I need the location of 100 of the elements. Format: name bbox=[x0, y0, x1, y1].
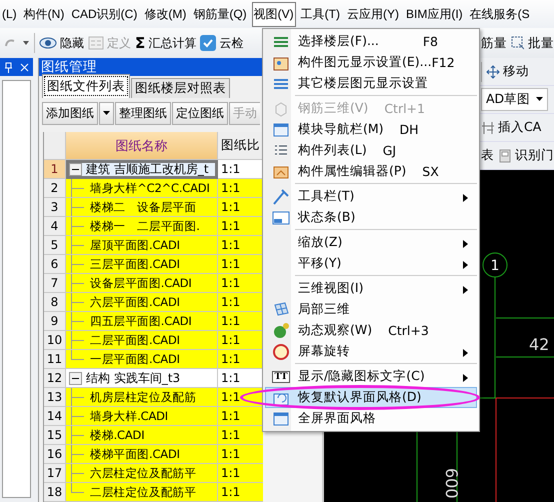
tree-node[interactable]: 结构 实践车间_t3 bbox=[66, 369, 218, 388]
menu-item[interactable]: 构件(N) bbox=[22, 2, 66, 26]
menu-item[interactable]: 构件列表(L) GJ bbox=[265, 140, 477, 161]
layer-dropdown[interactable]: AD草图 bbox=[481, 88, 548, 111]
row-number: 9 bbox=[44, 312, 66, 331]
menu-item[interactable]: 修改(M) bbox=[142, 2, 188, 26]
column-header: 图纸比 bbox=[218, 132, 263, 160]
tree-leaf[interactable]: 楼梯.CADI bbox=[66, 426, 218, 445]
row-number: 15 bbox=[44, 426, 66, 445]
tab[interactable]: 图纸楼层对照表 bbox=[131, 78, 230, 98]
tree-leaf[interactable]: 二层柱定位及配筋平 bbox=[66, 483, 218, 502]
menu-item[interactable]: TT 显示/隐藏图标文字(C) bbox=[265, 366, 477, 387]
menu-item[interactable]: (L) bbox=[0, 3, 19, 25]
panel-button[interactable]: 添加图纸 bbox=[42, 102, 98, 125]
tree-leaf[interactable]: 六层柱定位及配筋平 bbox=[66, 464, 218, 483]
panel-title: 图纸管理 bbox=[39, 58, 263, 76]
axis-label: 1 bbox=[490, 258, 500, 274]
tree-leaf[interactable]: 楼梯平面图.CADI bbox=[66, 445, 218, 464]
menu-item[interactable]: 状态条(B) bbox=[265, 207, 477, 228]
panel-button[interactable]: 定位图纸 bbox=[172, 102, 228, 125]
menu-item[interactable]: 模块导航栏(M) DH bbox=[265, 119, 477, 140]
menu-item[interactable]: BIM应用(I) bbox=[404, 2, 465, 26]
row-number: 16 bbox=[44, 445, 66, 464]
tree-leaf[interactable]: 设备层平面图.CADI bbox=[66, 274, 218, 293]
dimension-text: 600 bbox=[442, 468, 462, 499]
tree-leaf[interactable]: 墙身大样^C2^C.CADI bbox=[66, 179, 218, 198]
shortcut-text: Ctrl+3 bbox=[388, 323, 429, 338]
tree-leaf[interactable]: 二层平面图.CADI bbox=[66, 331, 218, 350]
menu-item[interactable]: 全屏界面风格 bbox=[265, 408, 477, 429]
toolbar-button[interactable]: 筋量 bbox=[481, 34, 507, 52]
table-cell: 1:1 bbox=[218, 350, 263, 369]
menu-item[interactable]: 缩放(Z) bbox=[265, 232, 477, 253]
table-cell: 1:1 bbox=[218, 483, 263, 502]
row-number: 1 bbox=[44, 160, 66, 179]
toolbar-button[interactable]: Σ 汇总计算 bbox=[135, 34, 196, 52]
table-cell: 1:1 bbox=[218, 445, 263, 464]
toolbar-label: 表 bbox=[481, 147, 494, 164]
row-number: 11 bbox=[44, 350, 66, 369]
text-icon: TT bbox=[272, 370, 290, 382]
row-number: 17 bbox=[44, 464, 66, 483]
shortcut-text: DH bbox=[400, 122, 419, 137]
menu-item[interactable]: 工具(T) bbox=[298, 2, 342, 26]
tree-leaf[interactable]: 楼梯一 二层平面图. bbox=[66, 217, 218, 236]
menu-item[interactable]: 平移(Y) bbox=[265, 253, 477, 274]
toolbar-button[interactable]: 插入CA bbox=[481, 119, 542, 136]
tree-leaf[interactable]: 机房层柱定位及配筋 bbox=[66, 388, 218, 407]
table-cell: 1:1 bbox=[218, 236, 263, 255]
table-cell: 1:1 bbox=[218, 388, 263, 407]
row-number: 13 bbox=[44, 388, 66, 407]
panel-button[interactable]: 整理图纸 bbox=[115, 102, 171, 125]
toolbar-button[interactable]: 批量 bbox=[528, 34, 554, 52]
tree-leaf[interactable]: 六层平面图.CADI bbox=[66, 293, 218, 312]
move-button[interactable]: 移动 bbox=[486, 63, 529, 80]
table-cell: 1:1 bbox=[218, 293, 263, 312]
menu-item[interactable]: 云应用(Y) bbox=[345, 2, 401, 26]
shortcut-text: GJ bbox=[382, 143, 396, 158]
tree-leaf[interactable]: 四五层平面图.CADI bbox=[66, 312, 218, 331]
shortcut-text: SX bbox=[422, 164, 439, 179]
row-number: 12 bbox=[44, 369, 66, 388]
tree-leaf[interactable]: 楼梯二 设备层平面 bbox=[66, 198, 218, 217]
menu-item[interactable]: 三维视图(I) bbox=[265, 278, 477, 299]
menu-item[interactable]: 构件图元显示设置(E)...F12 bbox=[265, 52, 477, 73]
row-number: 6 bbox=[44, 255, 66, 274]
toolbar-button[interactable]: 隐藏 bbox=[39, 34, 84, 52]
row-number: 4 bbox=[44, 217, 66, 236]
row-number: 5 bbox=[44, 236, 66, 255]
row-number: 3 bbox=[44, 198, 66, 217]
menu-item[interactable]: 选择楼层(F)... F8 bbox=[265, 31, 477, 52]
table-cell: 1:1 bbox=[218, 217, 263, 236]
tree-leaf[interactable]: 一层平面图.CADI bbox=[66, 350, 218, 369]
tree-node[interactable]: 建筑 吉顺施工改机房_t bbox=[66, 160, 218, 179]
shortcut-text: F8 bbox=[422, 34, 438, 49]
toolbar-button[interactable]: 识别门 bbox=[498, 147, 554, 164]
tree-leaf[interactable]: 三层平面图.CADI bbox=[66, 255, 218, 274]
tab[interactable]: 图纸文件列表 bbox=[42, 74, 130, 98]
menu-item[interactable]: 在线服务(S bbox=[468, 2, 532, 26]
row-number: 8 bbox=[44, 293, 66, 312]
menu-item[interactable]: 工具栏(T) bbox=[265, 186, 477, 207]
menu-item[interactable]: 视图(V) bbox=[252, 2, 296, 26]
group-name: 结构 实践车间_t3 bbox=[86, 370, 180, 386]
tree-leaf[interactable]: 屋顶平面图.CADI bbox=[66, 236, 218, 255]
table-cell: 1:1 bbox=[218, 179, 263, 198]
menu-item[interactable]: 动态观察(W) Ctrl+3 bbox=[265, 320, 477, 341]
menu-item[interactable]: CAD识别(C) bbox=[69, 2, 140, 26]
row-number: 7 bbox=[44, 274, 66, 293]
group-name: 建筑 吉顺施工改机房_t bbox=[86, 160, 209, 178]
menu-item[interactable]: 屏幕旋转 bbox=[265, 341, 477, 362]
toolbar-button[interactable]: 云检 bbox=[200, 34, 244, 52]
table-cell: 1:1 bbox=[218, 255, 263, 274]
menu-item[interactable]: 其它楼层图元显示设置 bbox=[265, 73, 477, 94]
table-cell: 1:1 bbox=[218, 274, 263, 293]
table-cell: 1:1 bbox=[218, 198, 263, 217]
shortcut-text: Ctrl+1 bbox=[384, 101, 425, 116]
row-number: 10 bbox=[44, 331, 66, 350]
tree-leaf[interactable]: 墙身大样.CADI bbox=[66, 407, 218, 426]
menu-item[interactable]: 钢筋量(Q) bbox=[191, 2, 249, 26]
row-number: 18 bbox=[44, 483, 66, 502]
menu-item[interactable]: 局部三维 bbox=[265, 299, 477, 320]
menu-item[interactable]: 构件属性编辑器(P) SX bbox=[265, 161, 477, 182]
table-cell: 1:1 bbox=[218, 464, 263, 483]
